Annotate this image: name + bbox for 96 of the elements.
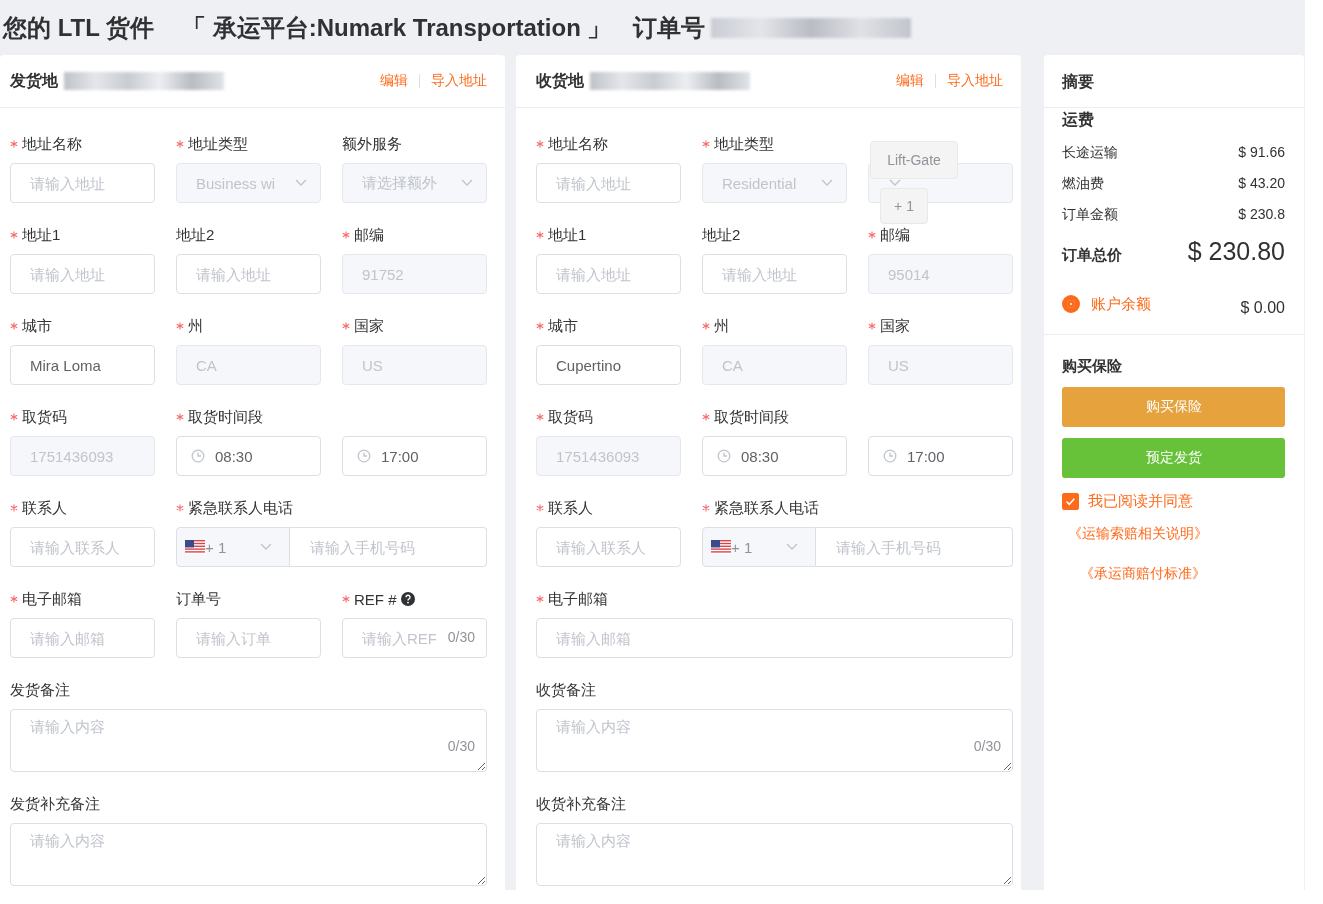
field-label: 城市 [548, 316, 578, 336]
edit-link[interactable]: 编辑 [369, 72, 419, 90]
text-input[interactable]: 请输入地址 [702, 254, 847, 294]
char-counter: 0/30 [973, 738, 1001, 754]
field-label: 州 [188, 316, 203, 336]
clock-icon [357, 449, 371, 463]
text-input[interactable]: 请输入地址 [176, 254, 321, 294]
field-label: 地址类型 [714, 134, 774, 154]
text-input[interactable]: 请输入联系人 [10, 527, 155, 567]
clock-icon [717, 449, 731, 463]
panel-title: 收货地 [536, 70, 584, 92]
fee-amount: $ 43.20 [1238, 175, 1285, 193]
terms-link[interactable]: 《运输索赔相关说明》 [1068, 525, 1208, 543]
import-address-link[interactable]: 导入地址 [420, 72, 487, 90]
notes-textarea[interactable]: 请输入内容 [10, 823, 487, 886]
us-flag-icon [185, 540, 205, 554]
clock-icon [883, 449, 897, 463]
fee-amount: $ 91.66 [1238, 144, 1285, 162]
text-input[interactable]: 请输入邮箱 [10, 618, 155, 658]
checkbox[interactable] [1062, 493, 1079, 510]
total-amount: $ 230.80 [1187, 237, 1285, 266]
section-heading: 购买保险 [1062, 356, 1123, 376]
field-label: 订单号 [176, 589, 221, 609]
us-flag-icon [711, 540, 731, 554]
field-label: 地址2 [176, 225, 215, 245]
field-label: 发货补充备注 [10, 794, 100, 814]
field-label: 发货备注 [10, 680, 70, 700]
field-label: 电子邮箱 [548, 589, 608, 609]
field-label: 联系人 [22, 498, 67, 518]
country-code-dropdown[interactable]: + 1 [702, 527, 816, 567]
account-balance-label: 账户余额 [1091, 294, 1151, 314]
text-input[interactable]: 请输入订单 [176, 618, 321, 658]
time-picker[interactable]: 08:30 [702, 436, 847, 476]
fee-amount: $ 230.8 [1238, 206, 1285, 224]
field-label: 地址类型 [188, 134, 248, 154]
book-shipment-button[interactable]: 预定发货 [1062, 438, 1285, 478]
text-input[interactable]: 请输入地址 [10, 163, 155, 203]
time-picker[interactable]: 08:30 [176, 436, 321, 476]
terms-link[interactable]: 《承运商赔付标准》 [1080, 565, 1206, 583]
text-input[interactable]: 请输入地址 [10, 254, 155, 294]
text-input[interactable]: 请输入地址 [536, 163, 681, 203]
field-label: 地址名称 [548, 134, 608, 154]
buy-insurance-button[interactable]: 购买保险 [1062, 387, 1285, 427]
field-label: 地址2 [702, 225, 741, 245]
char-counter: 0/30 [447, 738, 475, 754]
field-label: 地址1 [548, 225, 587, 245]
radio-button[interactable] [1062, 295, 1080, 313]
field-label: 紧急联系人电话 [714, 498, 819, 518]
field-label: 额外服务 [342, 134, 402, 154]
fee-label: 订单金额 [1062, 206, 1118, 224]
field-label: 取货时间段 [188, 407, 263, 427]
order-number-label: 订单号 [633, 12, 706, 43]
field-label: 国家 [880, 316, 910, 336]
field-label: 地址名称 [22, 134, 82, 154]
field-label: 取货码 [548, 407, 593, 427]
section-heading: 运费 [1062, 110, 1095, 130]
text-input[interactable]: Cupertino [536, 345, 681, 385]
char-counter: 0/30 [447, 629, 475, 645]
text-input[interactable]: 请输入联系人 [536, 527, 681, 567]
agreement-label: 我已阅读并同意 [1088, 492, 1193, 511]
fee-label: 长途运输 [1062, 144, 1118, 162]
text-input[interactable]: Mira Loma [10, 345, 155, 385]
field-label: 收货备注 [536, 680, 596, 700]
field-label: 城市 [22, 316, 52, 336]
field-label: REF # [354, 590, 397, 608]
carrier-name: 「 承运平台:Numark Transportation 」 [182, 12, 612, 43]
field-label: 紧急联系人电话 [188, 498, 293, 518]
notes-textarea[interactable]: 请输入内容 [536, 823, 1013, 886]
service-tag: Lift-Gate [870, 141, 958, 179]
country-code-dropdown[interactable]: + 1 [176, 527, 290, 567]
field-label: 地址1 [22, 225, 61, 245]
summary-title: 摘要 [1060, 72, 1095, 92]
time-picker[interactable]: 17:00 [342, 436, 487, 476]
edit-link[interactable]: 编辑 [885, 72, 935, 90]
text-input[interactable]: 请输入邮箱 [536, 618, 1013, 658]
import-address-link[interactable]: 导入地址 [936, 72, 1003, 90]
balance-amount: $ 0.00 [1240, 298, 1285, 317]
field-label: 邮编 [354, 225, 384, 245]
field-label: 收货补充备注 [536, 794, 626, 814]
field-label: 国家 [354, 316, 384, 336]
fee-label: 燃油费 [1062, 175, 1104, 193]
field-label: 取货码 [22, 407, 67, 427]
field-label: 邮编 [880, 225, 910, 245]
text-input[interactable]: 请输入地址 [536, 254, 681, 294]
page-title: 您的 LTL 货件 [3, 12, 155, 43]
field-label: 联系人 [548, 498, 593, 518]
phone-input[interactable]: 请输入手机号码 [290, 527, 487, 567]
clock-icon [191, 449, 205, 463]
time-picker[interactable]: 17:00 [868, 436, 1013, 476]
field-label: 取货时间段 [714, 407, 789, 427]
total-label: 订单总价 [1062, 246, 1122, 265]
field-label: 电子邮箱 [22, 589, 82, 609]
service-tag: + 1 [880, 188, 928, 224]
field-label: 州 [714, 316, 729, 336]
panel-title: 发货地 [10, 70, 58, 92]
phone-input[interactable]: 请输入手机号码 [816, 527, 1013, 567]
